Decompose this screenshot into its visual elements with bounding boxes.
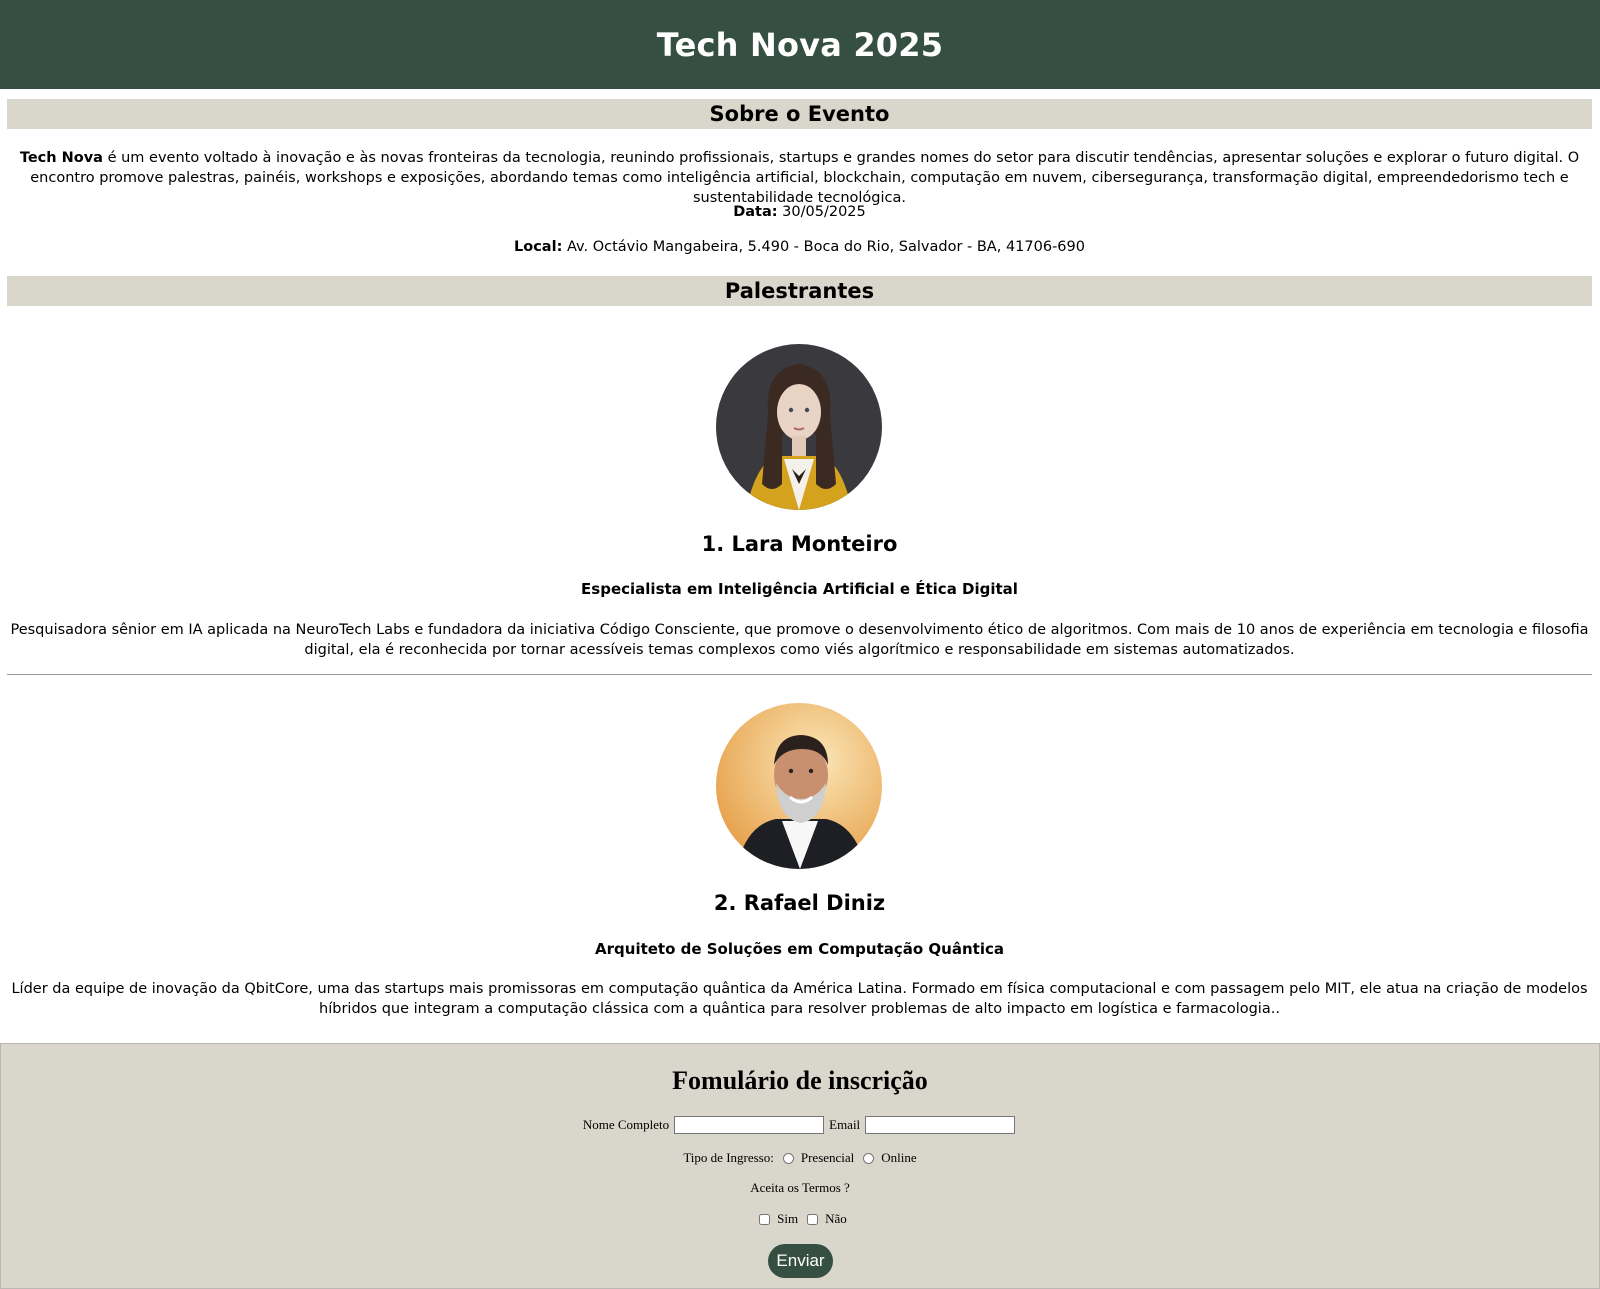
about-description-text: é um evento voltado à inovação e às nova… bbox=[30, 150, 1580, 206]
event-date-label: Data: bbox=[733, 204, 778, 220]
speakers-heading: Palestrantes bbox=[724, 279, 875, 303]
event-location: Local: Av. Octávio Mangabeira, 5.490 - B… bbox=[7, 237, 1592, 257]
event-location-label: Local: bbox=[514, 239, 563, 255]
email-input[interactable] bbox=[865, 1116, 1016, 1134]
ticket-option-online: Online bbox=[881, 1150, 917, 1165]
submit-button[interactable]: Enviar bbox=[768, 1244, 833, 1278]
speaker-name: 1. Lara Monteiro bbox=[701, 532, 898, 556]
form-row-ticket: Tipo de Ingresso: Presencial Online bbox=[1, 1150, 1599, 1166]
terms-option-nao: Não bbox=[825, 1211, 847, 1226]
form-row-identity: Nome Completo Email bbox=[1, 1116, 1599, 1134]
speaker-portrait-lara bbox=[716, 344, 882, 510]
speaker-portrait-rafael bbox=[716, 703, 882, 869]
speaker-bio: Líder da equipe de inovação da QbitCore,… bbox=[11, 981, 1588, 1017]
speaker-bio: Pesquisadora sênior em IA aplicada na Ne… bbox=[10, 622, 1589, 658]
speaker-divider bbox=[7, 674, 1592, 675]
event-location-value: Av. Octávio Mangabeira, 5.490 - Boca do … bbox=[562, 239, 1085, 255]
about-heading-bar: Sobre o Evento bbox=[7, 99, 1592, 129]
email-label: Email bbox=[829, 1117, 861, 1132]
brand-name: Tech Nova bbox=[19, 150, 103, 166]
about-description: Tech Nova é um evento voltado à inovação… bbox=[7, 148, 1592, 208]
page-title: Tech Nova 2025 bbox=[656, 25, 944, 64]
registration-form: Fomulário de inscrição Nome Completo Ema… bbox=[0, 1043, 1600, 1289]
speaker-photo-lara bbox=[716, 344, 882, 510]
form-row-terms-label: Aceita os Termos ? bbox=[1, 1180, 1599, 1196]
speaker-photo-rafael bbox=[716, 703, 882, 869]
about-heading: Sobre o Evento bbox=[709, 102, 890, 126]
terms-option-sim: Sim bbox=[777, 1211, 799, 1226]
full-name-input[interactable] bbox=[674, 1116, 825, 1134]
ticket-radio-online[interactable] bbox=[863, 1152, 875, 1164]
ticket-type-label: Tipo de Ingresso: bbox=[683, 1150, 774, 1165]
terms-checkbox-nao[interactable] bbox=[807, 1213, 819, 1225]
speakers-heading-bar: Palestrantes bbox=[7, 276, 1592, 306]
speaker-name: 2. Rafael Diniz bbox=[713, 891, 886, 915]
ticket-option-presencial: Presencial bbox=[800, 1150, 855, 1165]
speaker-role: Especialista em Inteligência Artificial … bbox=[581, 580, 1018, 598]
form-row-terms: Sim Não bbox=[1, 1211, 1599, 1227]
ticket-radio-presencial[interactable] bbox=[782, 1152, 794, 1164]
terms-label: Aceita os Termos ? bbox=[750, 1180, 850, 1195]
site-header: Tech Nova 2025 bbox=[0, 0, 1600, 89]
event-date: Data: 30/05/2025 bbox=[7, 202, 1592, 222]
speaker-role: Arquiteto de Soluções em Computação Quân… bbox=[595, 940, 1004, 958]
terms-checkbox-sim[interactable] bbox=[759, 1213, 771, 1225]
name-label: Nome Completo bbox=[582, 1117, 670, 1132]
form-title: Fomulário de inscrição bbox=[672, 1066, 928, 1095]
event-date-value: 30/05/2025 bbox=[777, 204, 866, 220]
